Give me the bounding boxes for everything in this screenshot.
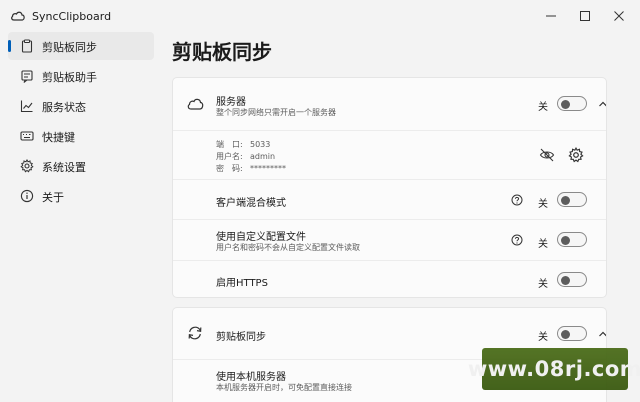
sidebar-item-about[interactable]: 关于 <box>8 182 154 210</box>
clipboard-sync-toggle[interactable] <box>557 326 587 341</box>
sidebar-item-system-settings[interactable]: 系统设置 <box>8 152 154 180</box>
sidebar-item-service-status[interactable]: 服务状态 <box>8 92 154 120</box>
password-value: ********* <box>250 164 286 173</box>
row-title: 客户端混合模式 <box>216 198 286 209</box>
sidebar-nav: 剪贴板同步 剪贴板助手 服务状态 快捷键 系统设置 关于 <box>8 32 154 212</box>
minimize-icon <box>546 15 556 17</box>
client-mixed-mode-toggle[interactable] <box>557 192 587 207</box>
page-title: 剪贴板同步 <box>172 40 272 64</box>
username-line: 用户名: admin <box>216 151 275 162</box>
https-toggle[interactable] <box>557 272 587 287</box>
maximize-button[interactable] <box>570 4 600 28</box>
client-mixed-mode-row: 客户端混合模式 关 <box>173 179 606 219</box>
password-key: 密 码: <box>216 164 243 173</box>
sidebar-item-label: 快捷键 <box>42 131 75 144</box>
maximize-icon <box>580 11 590 21</box>
chevron-up-icon[interactable] <box>598 99 607 109</box>
toggle-knob <box>561 195 570 205</box>
active-indicator <box>8 40 11 52</box>
toggle-knob <box>561 235 570 245</box>
watermark-text: www.08rj.com <box>467 357 640 381</box>
eye-hidden-icon[interactable] <box>539 147 555 163</box>
https-row: 启用HTTPS 关 <box>173 260 606 297</box>
custom-config-row: 使用自定义配置文件 用户名和密码不会从自定义配置文件读取 关 <box>173 219 606 260</box>
custom-config-toggle[interactable] <box>557 232 587 247</box>
minimize-button[interactable] <box>536 4 566 28</box>
toggle-state-label: 关 <box>538 332 548 343</box>
sidebar-item-clipboard-assistant[interactable]: 剪贴板助手 <box>8 62 154 90</box>
title-bar: SyncClipboard <box>0 0 640 32</box>
info-icon <box>20 189 34 203</box>
toggle-knob <box>561 275 570 285</box>
sidebar-item-label: 服务状态 <box>42 101 86 114</box>
cloud-sync-icon <box>11 11 25 21</box>
row-title: 启用HTTPS <box>216 278 268 289</box>
chevron-up-icon[interactable] <box>598 329 607 339</box>
server-subtitle: 整个同步网络只需开启一个服务器 <box>216 108 336 117</box>
toggle-state-label: 关 <box>538 239 548 250</box>
clipboard-assistant-icon <box>21 70 33 83</box>
port-key: 端 口: <box>216 140 243 149</box>
clipboard-icon <box>21 39 33 53</box>
sidebar-item-label: 系统设置 <box>42 161 86 174</box>
sidebar-item-hotkeys[interactable]: 快捷键 <box>8 122 154 150</box>
help-icon[interactable] <box>511 234 523 246</box>
row-subtitle: 用户名和密码不会从自定义配置文件读取 <box>216 243 360 252</box>
row-subtitle: 本机服务器开启时，可免配置直接连接 <box>216 383 352 392</box>
close-icon <box>614 11 624 21</box>
gear-icon <box>20 159 34 173</box>
port-line: 端 口: 5033 <box>216 139 270 150</box>
server-title: 服务器 <box>216 97 246 108</box>
chart-icon <box>20 100 33 113</box>
server-details-row: 端 口: 5033 用户名: admin 密 码: ********* <box>173 130 606 179</box>
help-icon[interactable] <box>511 194 523 206</box>
sidebar-item-label: 剪贴板助手 <box>42 71 97 84</box>
toggle-state-label: 关 <box>538 279 548 290</box>
sidebar-item-label: 剪贴板同步 <box>42 41 97 54</box>
port-value: 5033 <box>250 140 271 149</box>
sync-icon <box>188 326 202 340</box>
row-title: 使用自定义配置文件 <box>216 232 306 243</box>
gear-icon[interactable] <box>568 147 584 163</box>
server-toggle[interactable] <box>557 96 587 111</box>
server-settings-card: 服务器 整个同步网络只需开启一个服务器 关 端 口: 5033 用户名: admin… <box>172 77 607 298</box>
toggle-knob <box>561 329 570 339</box>
cloud-icon <box>187 98 204 110</box>
username-value: admin <box>250 152 276 161</box>
toggle-knob <box>561 99 570 109</box>
close-button[interactable] <box>604 4 634 28</box>
toggle-state-label: 关 <box>538 102 548 113</box>
keyboard-icon <box>20 131 34 141</box>
toggle-state-label: 关 <box>538 199 548 210</box>
password-line: 密 码: ********* <box>216 163 286 174</box>
server-header-row[interactable]: 服务器 整个同步网络只需开启一个服务器 关 <box>173 78 607 130</box>
sidebar-item-label: 关于 <box>42 191 64 204</box>
site-watermark: www.08rj.com <box>468 348 640 390</box>
username-key: 用户名: <box>216 152 243 161</box>
sidebar-item-clipboard-sync[interactable]: 剪贴板同步 <box>8 32 154 60</box>
row-title: 使用本机服务器 <box>216 372 286 383</box>
app-title: SyncClipboard <box>32 10 112 23</box>
clipboard-sync-title: 剪贴板同步 <box>216 332 266 343</box>
